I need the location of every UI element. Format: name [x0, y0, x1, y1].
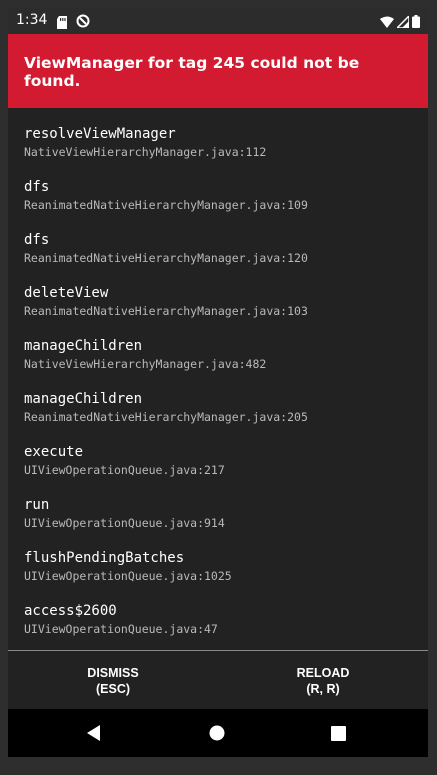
- frame-file: ReanimatedNativeHierarchyManager.java:10…: [24, 198, 308, 212]
- frame-method: execute: [24, 444, 84, 460]
- status-time: 1:34: [16, 12, 48, 28]
- stack-trace-list[interactable]: resolveViewManager NativeViewHierarchyMa…: [8, 108, 428, 650]
- error-message: ViewManager for tag 245 could not be fou…: [24, 54, 360, 90]
- frame-file: ReanimatedNativeHierarchyManager.java:12…: [24, 251, 308, 265]
- frame-method: access$2600: [24, 603, 117, 619]
- frame-method: flushPendingBatches: [24, 550, 185, 566]
- frame-method: manageChildren: [24, 391, 143, 407]
- recents-icon[interactable]: [308, 709, 368, 757]
- stack-frame[interactable]: dfs ReanimatedNativeHierarchyManager.jav…: [24, 179, 308, 212]
- frame-method: dfs: [24, 232, 50, 248]
- frame-file: UIViewOperationQueue.java:47: [24, 622, 218, 636]
- stack-frame[interactable]: flushPendingBatches UIViewOperationQueue…: [24, 550, 232, 583]
- status-icons: [380, 13, 420, 32]
- frame-file: UIViewOperationQueue.java:914: [24, 516, 225, 530]
- frame-method: resolveViewManager: [24, 126, 176, 142]
- frame-file: ReanimatedNativeHierarchyManager.java:20…: [24, 410, 308, 424]
- frame-method: manageChildren: [24, 338, 143, 354]
- stack-frame[interactable]: execute UIViewOperationQueue.java:217: [24, 444, 225, 477]
- battery-icon: [412, 13, 420, 32]
- frame-file: NativeViewHierarchyManager.java:482: [24, 357, 267, 371]
- back-icon[interactable]: [64, 709, 124, 757]
- frame-file: UIViewOperationQueue.java:1025: [24, 569, 232, 583]
- navigation-bar: [8, 709, 428, 757]
- sync-icon: [76, 13, 90, 32]
- frame-method: deleteView: [24, 285, 109, 301]
- action-buttons: DISMISS (ESC) RELOAD (R, R): [8, 651, 428, 709]
- stack-frame[interactable]: manageChildren NativeViewHierarchyManage…: [24, 338, 266, 371]
- reload-shortcut: (R, R): [306, 682, 340, 696]
- frame-method: run: [24, 497, 50, 513]
- frame-file: NativeViewHierarchyManager.java:112: [24, 145, 267, 159]
- frame-file: UIViewOperationQueue.java:217: [24, 463, 225, 477]
- stack-frame[interactable]: dfs ReanimatedNativeHierarchyManager.jav…: [24, 232, 308, 265]
- stack-frame[interactable]: deleteView ReanimatedNativeHierarchyMana…: [24, 285, 308, 318]
- frame-file: ReanimatedNativeHierarchyManager.java:10…: [24, 304, 308, 318]
- stack-frame[interactable]: run UIViewOperationQueue.java:914: [24, 497, 225, 530]
- reload-label: RELOAD: [296, 666, 350, 680]
- stack-frame[interactable]: resolveViewManager NativeViewHierarchyMa…: [24, 126, 266, 159]
- status-bar: 1:34: [8, 8, 428, 34]
- dismiss-shortcut: (ESC): [95, 682, 131, 696]
- reload-button[interactable]: RELOAD (R, R): [218, 665, 428, 697]
- frame-method: dfs: [24, 179, 50, 195]
- stack-frame[interactable]: manageChildren ReanimatedNativeHierarchy…: [24, 391, 308, 424]
- dismiss-label: DISMISS: [87, 666, 139, 680]
- home-icon[interactable]: [187, 709, 247, 757]
- phone-screen: 1:34 ViewManager for tag 245 could not b…: [8, 8, 428, 768]
- signal-icon: [395, 13, 410, 32]
- sd-card-icon: [56, 14, 68, 33]
- bottom-frame: [8, 757, 428, 768]
- stack-frame[interactable]: access$2600 UIViewOperationQueue.java:47: [24, 603, 218, 636]
- error-banner: ViewManager for tag 245 could not be fou…: [8, 34, 428, 108]
- wifi-icon: [380, 13, 394, 32]
- dismiss-button[interactable]: DISMISS (ESC): [8, 665, 218, 697]
